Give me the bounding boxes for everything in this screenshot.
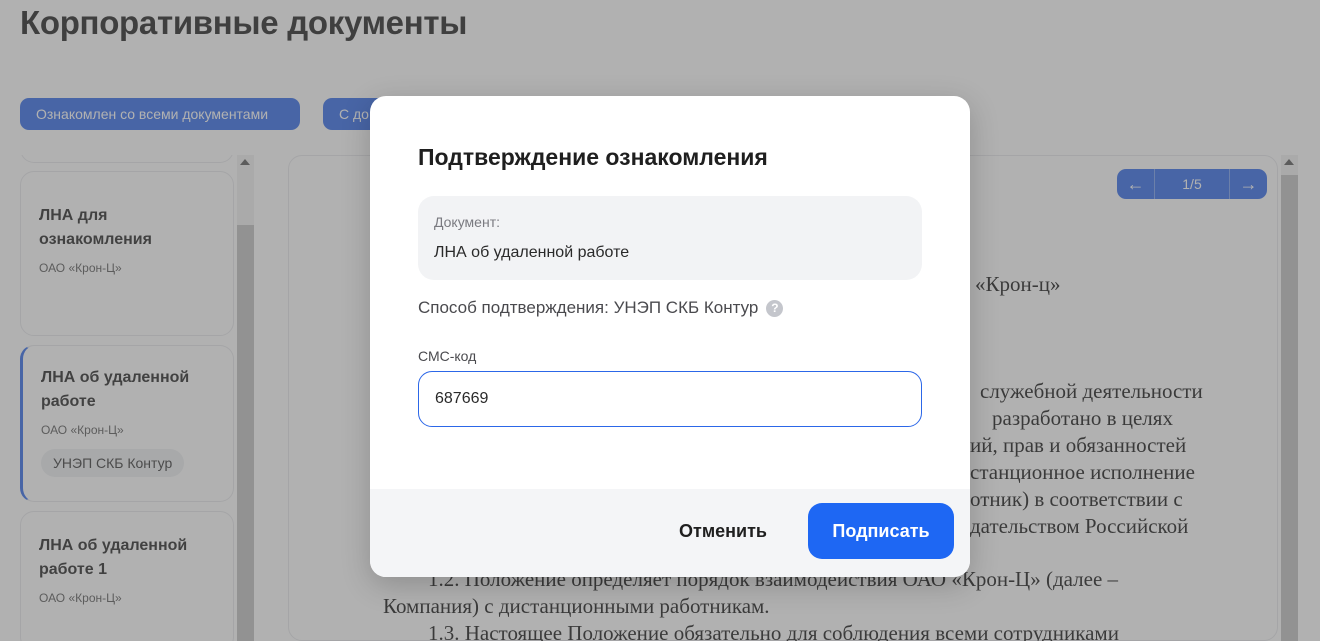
- question-circle-icon[interactable]: ?: [766, 300, 784, 317]
- document-label: Документ:: [434, 214, 500, 230]
- document-info: Документ: ЛНА об удаленной работе: [418, 196, 922, 280]
- dialog-footer: Отменить Подписать: [370, 489, 970, 577]
- confirmation-method-text: Способ подтверждения: УНЭП СКБ Контур: [418, 298, 759, 317]
- sms-code-input[interactable]: [418, 371, 922, 427]
- confirmation-dialog: Подтверждение ознакомления Документ: ЛНА…: [370, 96, 970, 577]
- document-name: ЛНА об удаленной работе: [434, 244, 630, 261]
- sign-button[interactable]: Подписать: [808, 503, 954, 559]
- dialog-title: Подтверждение ознакомления: [418, 144, 768, 170]
- sms-code-label: СМС-код: [418, 348, 477, 364]
- cancel-button[interactable]: Отменить: [650, 503, 796, 559]
- confirmation-method: Способ подтверждения: УНЭП СКБ Контур?: [418, 298, 784, 318]
